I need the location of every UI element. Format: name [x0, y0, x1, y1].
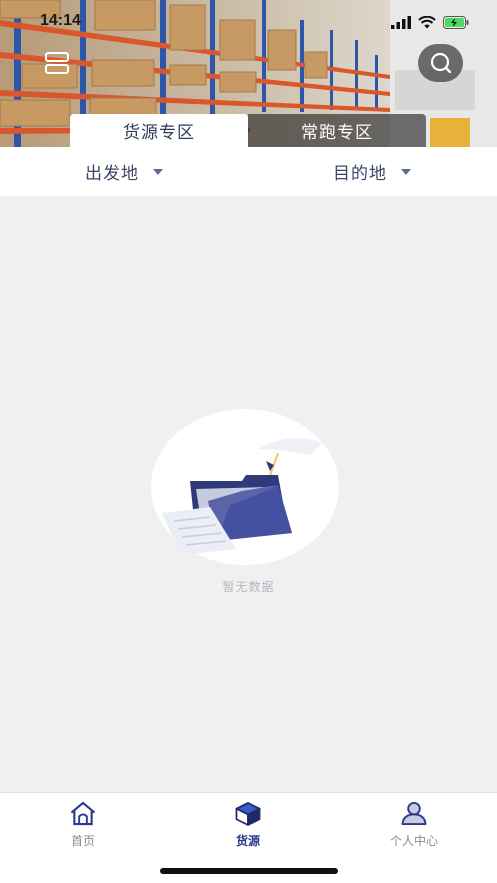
home-icon — [70, 801, 96, 826]
battery-charging-icon — [443, 16, 469, 29]
search-icon — [430, 52, 451, 74]
filter-bar: 出发地 目的地 — [0, 147, 497, 196]
tab-cargo-source[interactable]: 货源专区 — [70, 114, 248, 147]
tabbar-item-label: 货源 — [235, 834, 260, 848]
caret-down-icon — [153, 168, 163, 175]
tabbar-item-label: 个人中心 — [389, 834, 438, 848]
empty-state-message: 暂无数据 — [222, 580, 275, 594]
empty-state: 暂无数据 — [0, 196, 497, 792]
caret-down-icon — [401, 168, 411, 175]
status-icons — [391, 16, 469, 29]
user-icon — [401, 801, 427, 826]
empty-folder-illustration — [151, 409, 339, 565]
origin-filter-label: 出发地 — [85, 164, 139, 184]
tabbar-item-cargo[interactable]: 货源 — [188, 801, 308, 849]
status-time: 14:14 — [40, 12, 81, 29]
origin-filter-dropdown[interactable]: 出发地 — [0, 147, 248, 196]
list-icon — [45, 52, 69, 74]
search-button[interactable] — [418, 44, 463, 82]
tabbar-item-home[interactable]: 首页 — [23, 801, 143, 849]
status-bar: 14:14 — [0, 0, 497, 44]
cellular-signal-icon — [391, 16, 411, 29]
menu-button[interactable] — [41, 47, 73, 79]
header-banner: 14:14 货源专区 常跑专区 — [0, 0, 497, 147]
destination-filter-label: 目的地 — [333, 164, 387, 184]
tabbar-item-label: 首页 — [70, 834, 95, 848]
box-icon — [235, 802, 261, 826]
home-indicator — [160, 868, 338, 874]
tabbar-item-profile[interactable]: 个人中心 — [354, 801, 474, 849]
wifi-icon — [418, 16, 436, 29]
tab-regular-routes[interactable]: 常跑专区 — [248, 114, 426, 147]
destination-filter-dropdown[interactable]: 目的地 — [248, 147, 496, 196]
